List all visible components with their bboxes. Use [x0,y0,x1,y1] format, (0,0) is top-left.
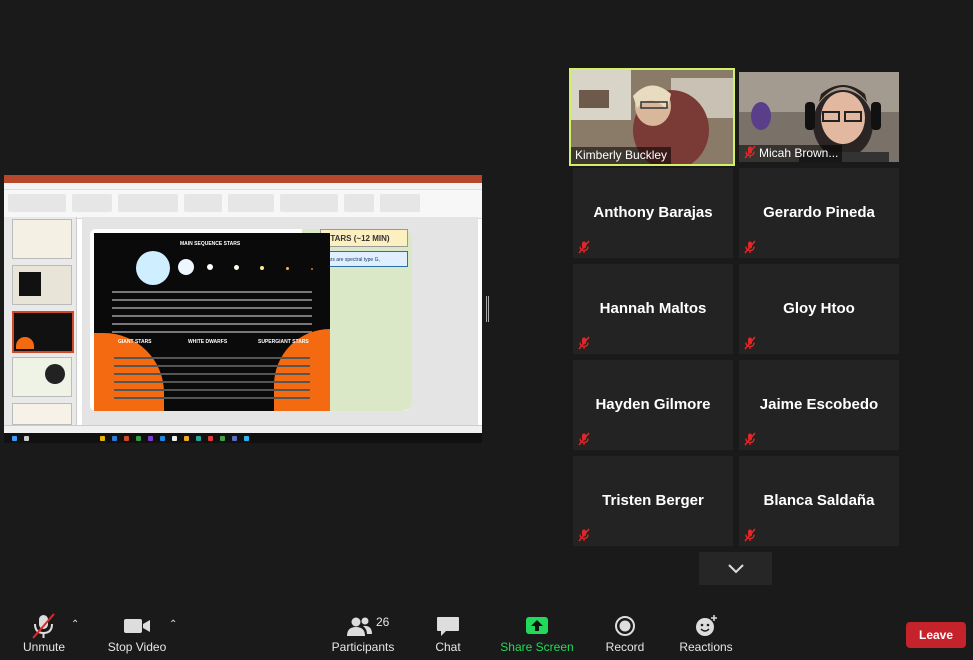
record-label: Record [605,640,645,654]
microphone-muted-icon [578,240,590,254]
microphone-muted-icon [744,145,756,159]
participant-name: Gerardo Pineda [763,204,875,221]
unmute-label: Unmute [22,640,66,654]
reactions-button[interactable]: Reactions [676,612,736,654]
slide-heading: STARS (~12 MIN) [320,229,408,247]
participant-name: Blanca Saldaña [763,492,875,509]
chat-label: Chat [435,640,461,654]
stop-video-button[interactable]: Stop Video [104,612,170,654]
microphone-muted-icon [32,613,55,639]
record-button[interactable]: Record [602,612,648,654]
leave-button[interactable]: Leave [906,622,966,648]
video-camera-icon [124,619,150,633]
powerpoint-ribbon [4,190,482,219]
participant-name: Gloy Htoo [783,300,855,317]
participant-name: Hannah Maltos [599,300,707,317]
slide-thumbnails [4,217,77,425]
microphone-muted-icon [578,432,590,446]
shared-screen[interactable]: STARS (~12 MIN) stars are spectral type … [4,175,482,443]
participant-name: Tristen Berger [602,492,704,509]
participant-tile[interactable]: Hannah Maltos [573,264,733,354]
slide-canvas: STARS (~12 MIN) stars are spectral type … [82,217,478,425]
participants-button[interactable]: 26 Participants [330,612,396,654]
participant-tile[interactable]: Gerardo Pineda [739,168,899,258]
white-dwarfs-title: WHITE DWARFS [188,339,228,345]
share-screen-button[interactable]: Share Screen [500,612,574,654]
share-screen-icon [526,617,548,634]
gallery-next-page-button[interactable] [699,552,772,585]
participant-tile[interactable]: Tristen Berger [573,456,733,546]
slide-question: stars are spectral type G, [320,251,408,267]
main-sequence-title: MAIN SEQUENCE STARS [180,241,241,247]
video-tile-kimberly-buckley[interactable]: Kimberly Buckley [569,68,735,166]
participants-count: 26 [376,615,390,629]
chat-button[interactable]: Chat [428,612,468,654]
chat-icon [437,617,459,636]
powerpoint-titlebar [4,175,482,183]
share-screen-label: Share Screen [500,640,574,654]
microphone-muted-icon [744,432,756,446]
microphone-muted-icon [744,240,756,254]
participant-tile[interactable]: Jaime Escobedo [739,360,899,450]
main-sequence-chart: MAIN SEQUENCE STARS GIANT STARS WHITE DW… [94,233,330,411]
participant-name: Jaime Escobedo [759,396,879,413]
windows-taskbar [4,433,482,443]
record-icon [615,616,635,636]
stop-video-label: Stop Video [107,640,167,654]
participants-label: Participants [331,640,395,654]
splitter-handle[interactable] [486,296,489,322]
microphone-muted-icon [744,528,756,542]
reactions-label: Reactions [679,640,733,654]
giant-stars-title: GIANT STARS [118,339,152,345]
microphone-muted-icon [578,528,590,542]
participant-name: Kimberly Buckley [571,147,672,164]
participant-name: Anthony Barajas [593,204,713,221]
audio-options-chevron-up-icon[interactable]: ⌃ [71,619,79,630]
powerpoint-ribbon-tabs [4,183,482,190]
participant-name: Hayden Gilmore [595,396,711,413]
microphone-muted-icon [744,336,756,350]
chevron-down-icon [728,564,744,574]
participant-tile[interactable]: Blanca Saldaña [739,456,899,546]
participant-tile[interactable]: Gloy Htoo [739,264,899,354]
unmute-button[interactable]: Unmute [18,612,70,654]
microphone-muted-icon [578,336,590,350]
participant-tile[interactable]: Hayden Gilmore [573,360,733,450]
participant-tile[interactable]: Anthony Barajas [573,168,733,258]
supergiant-stars-title: SUPERGIANT STARS [258,339,309,345]
video-tile-micah-brown[interactable]: Micah Brown... [739,72,899,162]
video-options-chevron-up-icon[interactable]: ⌃ [169,619,177,630]
reactions-icon [696,615,717,636]
